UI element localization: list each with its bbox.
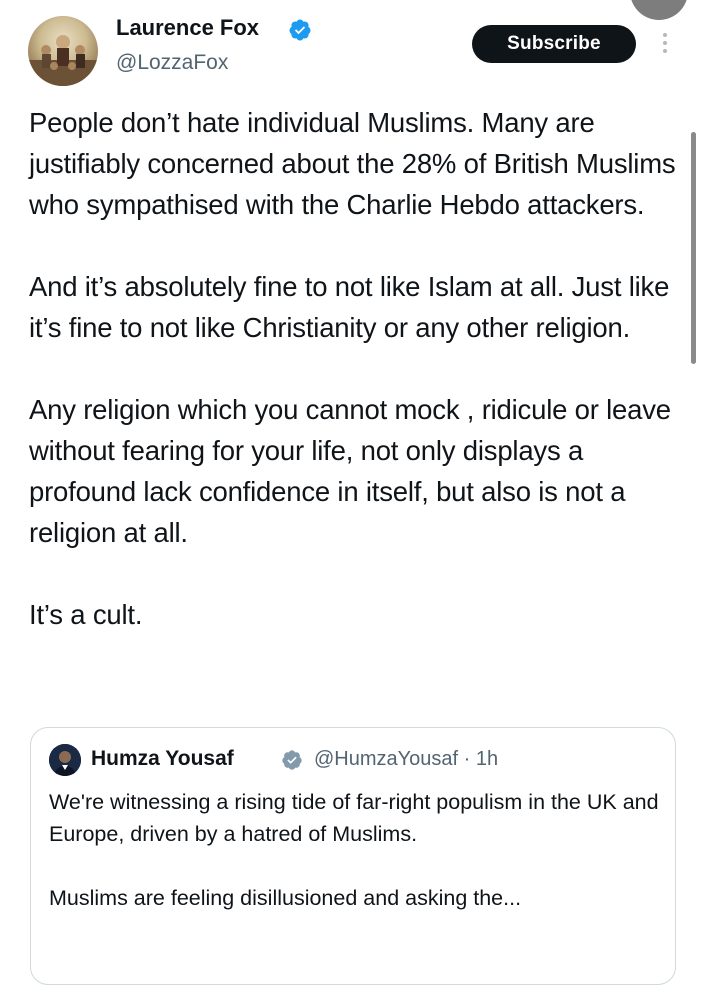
post-text: People don’t hate individual Muslims. Ma… — [29, 102, 681, 676]
author-avatar[interactable] — [28, 16, 98, 86]
overlay-button[interactable] — [630, 0, 688, 20]
quoted-paragraph-1: We're witnessing a rising tide of far-ri… — [49, 790, 659, 846]
subscribe-button[interactable]: Subscribe — [472, 25, 636, 63]
more-options-icon[interactable] — [663, 33, 669, 57]
post-paragraph-1: People don’t hate individual Muslims. Ma… — [29, 107, 676, 220]
quoted-author-handle-time[interactable]: @HumzaYousaf · 1h — [314, 748, 498, 771]
author-name[interactable]: Laurence Fox — [116, 15, 259, 41]
post-paragraph-4: It’s a cult. — [29, 599, 143, 630]
verified-badge-icon — [289, 19, 311, 41]
author-handle[interactable]: @LozzaFox — [116, 51, 228, 75]
post-paragraph-2: And it’s absolutely fine to not like Isl… — [29, 271, 670, 343]
quoted-post-card[interactable]: Humza Yousaf @HumzaYousaf · 1h We're wit… — [30, 727, 676, 985]
scrollbar-thumb[interactable] — [691, 132, 696, 364]
quoted-author-avatar[interactable] — [49, 744, 81, 776]
quoted-author-name[interactable]: Humza Yousaf — [91, 747, 234, 771]
quoted-paragraph-2: Muslims are feeling disillusioned and as… — [49, 886, 522, 910]
post-paragraph-3: Any religion which you cannot mock , rid… — [29, 394, 671, 548]
quoted-post-text: We're witnessing a rising tide of far-ri… — [49, 786, 659, 946]
verified-badge-icon — [282, 750, 302, 770]
